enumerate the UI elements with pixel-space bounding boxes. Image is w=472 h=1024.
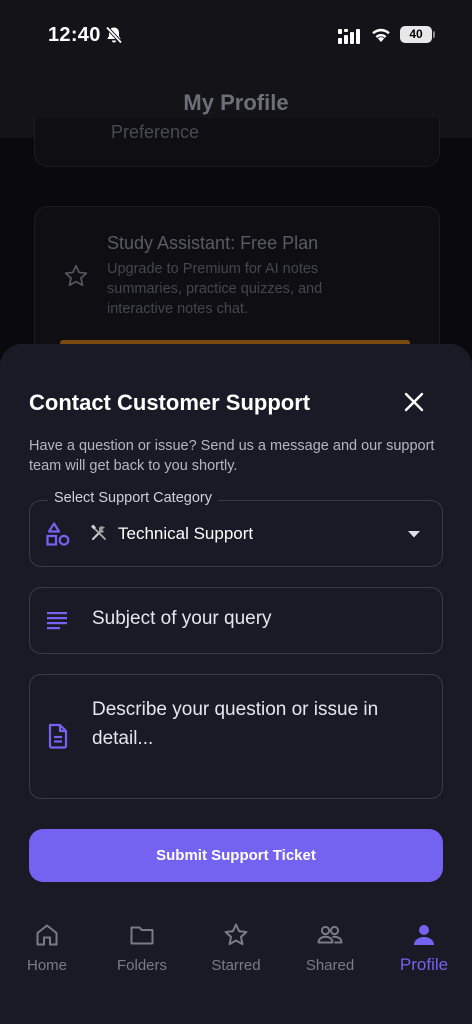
description-field[interactable]: Describe your question or issue in detai… xyxy=(29,674,443,799)
nav-label-folders: Folders xyxy=(116,957,168,974)
lines-icon xyxy=(47,612,67,630)
sheet-description: Have a question or issue? Send us a mess… xyxy=(29,438,435,474)
battery-indicator: 40 xyxy=(400,26,432,43)
nav-item-profile[interactable]: Profile xyxy=(377,906,471,986)
sheet-title: Contact Customer Support xyxy=(29,390,311,415)
preference-label: Preference xyxy=(111,122,200,142)
tools-icon xyxy=(91,524,106,541)
plan-title: Study Assistant: Free Plan xyxy=(107,233,319,253)
document-icon xyxy=(48,723,68,749)
nav-label-profile: Profile xyxy=(399,955,449,974)
subject-input[interactable]: Subject of your query xyxy=(92,608,272,630)
category-label: Select Support Category xyxy=(48,490,218,506)
description-input[interactable]: Describe your question or issue in detai… xyxy=(92,695,432,753)
close-button[interactable] xyxy=(400,388,428,416)
category-selected-value: Technical Support xyxy=(118,524,254,543)
nav-item-starred[interactable]: Starred xyxy=(189,906,283,986)
bottom-nav: Home Folders Starred Shared Profile xyxy=(0,906,472,1024)
subject-field[interactable]: Subject of your query xyxy=(29,587,443,654)
status-time: 12:40 xyxy=(48,24,101,46)
dropdown-arrow-icon xyxy=(408,531,420,538)
people-icon xyxy=(317,925,343,944)
battery-tip xyxy=(433,31,435,38)
person-icon xyxy=(414,925,434,945)
wifi-icon xyxy=(372,28,390,42)
submit-ticket-button[interactable]: Submit Support Ticket xyxy=(29,829,443,882)
nav-label-shared: Shared xyxy=(305,957,355,974)
bell-muted-icon xyxy=(105,26,123,44)
nav-item-folders[interactable]: Folders xyxy=(95,906,189,986)
page-title: My Profile xyxy=(183,90,289,115)
star-icon xyxy=(224,923,248,946)
shapes-icon xyxy=(46,522,70,546)
nav-item-shared[interactable]: Shared xyxy=(283,906,377,986)
preference-card: Preference xyxy=(34,118,440,167)
close-icon xyxy=(404,392,424,412)
support-category-select[interactable]: Select Support Category Technical Suppor… xyxy=(29,490,443,567)
folder-icon xyxy=(130,926,154,945)
nav-item-home[interactable]: Home xyxy=(0,906,94,986)
plan-description: Upgrade to Premium for AI notes summarie… xyxy=(107,261,323,317)
home-icon xyxy=(36,924,58,946)
star-icon xyxy=(64,264,88,287)
nav-label-starred: Starred xyxy=(211,957,261,974)
signal-icon xyxy=(338,29,360,44)
nav-label-home: Home xyxy=(26,957,67,974)
